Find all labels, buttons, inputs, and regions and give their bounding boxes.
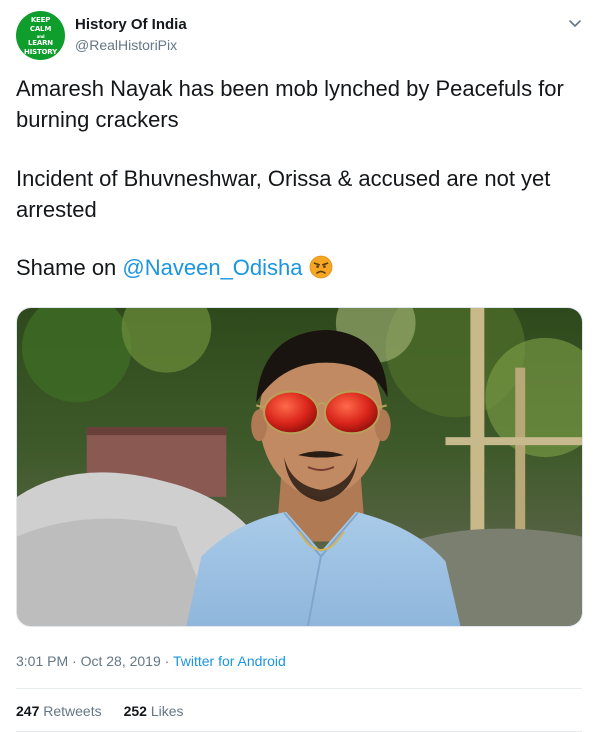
tweet-metadata: 3:01 PM · Oct 28, 2019 · Twitter for And… xyxy=(16,653,286,669)
user-handle[interactable]: @RealHistoriPix xyxy=(75,37,177,53)
tweet-photo[interactable] xyxy=(16,307,583,627)
chevron-down-icon[interactable] xyxy=(567,15,583,31)
likes-stat[interactable]: 252 Likes xyxy=(124,703,184,719)
avatar-word: CALM xyxy=(29,25,52,33)
tweet-text-paragraph: Shame on @Naveen_Odisha xyxy=(16,252,586,283)
tweet: KEEP CALM and LEARN HISTORY History Of I… xyxy=(0,0,598,732)
avatar-word: KEEP xyxy=(30,16,51,24)
tweet-stats: 247 Retweets 252 Likes xyxy=(16,703,206,719)
meta-separator: · xyxy=(68,653,81,669)
avatar[interactable]: KEEP CALM and LEARN HISTORY xyxy=(16,11,65,60)
avatar-word: HISTORY xyxy=(24,48,57,56)
mention-link[interactable]: @Naveen_Odisha xyxy=(122,255,302,280)
tweet-text-paragraph: Amaresh Nayak has been mob lynched by Pe… xyxy=(16,76,570,132)
tweet-text-paragraph: Incident of Bhuvneshwar, Orissa & accuse… xyxy=(16,166,557,222)
likes-label: Likes xyxy=(150,703,184,719)
angry-face-icon xyxy=(309,255,332,279)
shame-text: Shame on xyxy=(16,255,123,280)
retweets-stat[interactable]: 247 Retweets xyxy=(16,703,102,719)
display-name[interactable]: History Of India xyxy=(75,16,187,33)
tweet-date[interactable]: Oct 28, 2019 xyxy=(81,653,161,669)
retweets-label: Retweets xyxy=(43,703,102,719)
tweet-source-link[interactable]: Twitter for Android xyxy=(173,653,286,669)
avatar-text: KEEP CALM and LEARN HISTORY xyxy=(16,16,65,57)
meta-separator: · xyxy=(160,653,173,669)
tweet-time[interactable]: 3:01 PM xyxy=(16,653,68,669)
retweets-count: 247 xyxy=(16,703,40,719)
divider xyxy=(16,688,582,689)
likes-count: 252 xyxy=(123,703,147,719)
avatar-word: LEARN xyxy=(28,39,53,47)
